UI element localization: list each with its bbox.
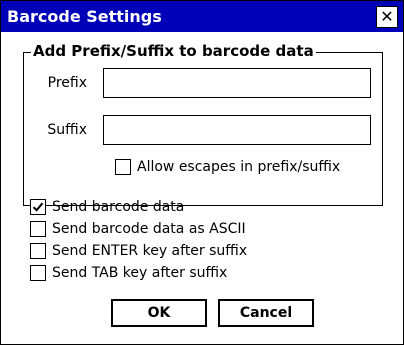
group-title: Add Prefix/Suffix to barcode data xyxy=(31,42,316,60)
cancel-button[interactable]: Cancel xyxy=(218,299,314,327)
send-enter-label: Send ENTER key after suffix xyxy=(52,243,248,259)
allow-escapes-label: Allow escapes in prefix/suffix xyxy=(137,159,341,175)
send-barcode-data-checkbox[interactable] xyxy=(30,199,46,215)
send-tab-label: Send TAB key after suffix xyxy=(52,265,228,281)
suffix-input[interactable] xyxy=(103,115,371,145)
send-enter-checkbox[interactable] xyxy=(30,243,46,259)
send-ascii-label: Send barcode data as ASCII xyxy=(52,221,246,237)
send-tab-row[interactable]: Send TAB key after suffix xyxy=(30,264,227,282)
send-ascii-row[interactable]: Send barcode data as ASCII xyxy=(30,220,246,238)
send-tab-checkbox[interactable] xyxy=(30,265,46,281)
close-button[interactable]: ✕ xyxy=(376,6,398,28)
suffix-label: Suffix xyxy=(47,122,87,138)
checkmark-icon xyxy=(32,202,44,212)
allow-escapes-checkbox-row[interactable]: Allow escapes in prefix/suffix xyxy=(115,158,340,176)
barcode-settings-dialog: Barcode Settings ✕ Add Prefix/Suffix to … xyxy=(0,0,404,345)
dialog-body: Add Prefix/Suffix to barcode data Prefix… xyxy=(1,32,403,344)
title-bar: Barcode Settings ✕ xyxy=(1,1,403,32)
prefix-label: Prefix xyxy=(47,75,87,91)
close-icon: ✕ xyxy=(380,7,394,26)
allow-escapes-checkbox[interactable] xyxy=(115,159,131,175)
window-title: Barcode Settings xyxy=(7,7,162,26)
send-barcode-data-row[interactable]: Send barcode data xyxy=(30,198,184,216)
send-ascii-checkbox[interactable] xyxy=(30,221,46,237)
ok-button[interactable]: OK xyxy=(111,299,207,327)
send-barcode-data-label: Send barcode data xyxy=(52,199,185,215)
prefix-suffix-group: Add Prefix/Suffix to barcode data Prefix… xyxy=(23,42,383,206)
send-enter-row[interactable]: Send ENTER key after suffix xyxy=(30,242,247,260)
prefix-input[interactable] xyxy=(103,68,371,98)
